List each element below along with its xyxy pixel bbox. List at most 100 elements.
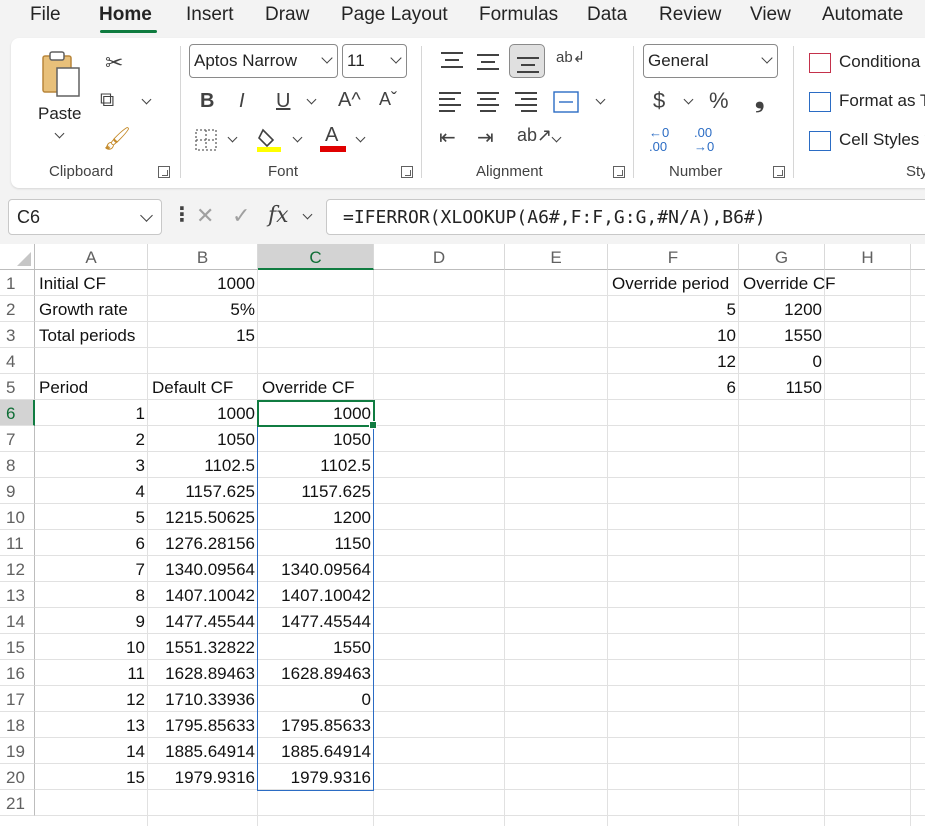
column-header-b[interactable]: B: [148, 244, 258, 270]
paste-button[interactable]: Paste: [35, 50, 87, 140]
borders-dropdown-icon[interactable]: [227, 132, 238, 143]
tab-home[interactable]: Home: [99, 4, 152, 26]
row-header-5[interactable]: 5: [0, 374, 35, 400]
cell-b8[interactable]: 1102.5: [148, 452, 258, 478]
row-header-2[interactable]: 2: [0, 296, 35, 322]
cell-a3[interactable]: Total periods: [35, 322, 148, 348]
cell-a13[interactable]: 8: [35, 582, 148, 608]
wrap-text-icon[interactable]: ab↲: [556, 50, 585, 65]
cell-b5[interactable]: Default CF: [148, 374, 258, 400]
row-header-18[interactable]: 18: [0, 712, 35, 738]
percent-button[interactable]: %: [709, 90, 729, 112]
column-header-a[interactable]: A: [35, 244, 148, 270]
row-header-12[interactable]: 12: [0, 556, 35, 582]
cell-a17[interactable]: 12: [35, 686, 148, 712]
align-top-icon[interactable]: [441, 50, 463, 70]
font-color-dropdown-icon[interactable]: [355, 132, 366, 143]
align-bottom-button[interactable]: [509, 44, 545, 78]
row-header-13[interactable]: 13: [0, 582, 35, 608]
tab-file[interactable]: File: [30, 4, 61, 26]
cell-g4[interactable]: 0: [739, 348, 825, 374]
merge-dropdown-icon[interactable]: [595, 94, 606, 105]
clipboard-launcher-icon[interactable]: [158, 166, 170, 178]
row-header-19[interactable]: 19: [0, 738, 35, 764]
cell-g1[interactable]: Override CF: [739, 270, 836, 296]
select-all-button[interactable]: [0, 244, 35, 270]
cell-a9[interactable]: 4: [35, 478, 148, 504]
active-cell-c6[interactable]: [257, 400, 377, 429]
borders-icon[interactable]: [194, 128, 218, 152]
cell-f2[interactable]: 5: [608, 296, 739, 322]
currency-dropdown-icon[interactable]: [683, 94, 694, 105]
row-header-8[interactable]: 8: [0, 452, 35, 478]
row-header-15[interactable]: 15: [0, 634, 35, 660]
cell-f3[interactable]: 10: [608, 322, 739, 348]
cell-g2[interactable]: 1200: [739, 296, 825, 322]
cell-b14[interactable]: 1477.45544: [148, 608, 258, 634]
copy-icon[interactable]: ⧉: [100, 90, 114, 110]
cell-b11[interactable]: 1276.28156: [148, 530, 258, 556]
tab-formulas[interactable]: Formulas: [479, 4, 558, 26]
tab-insert[interactable]: Insert: [186, 4, 234, 26]
cell-a14[interactable]: 9: [35, 608, 148, 634]
increase-indent-icon[interactable]: ⇥: [477, 128, 494, 148]
number-launcher-icon[interactable]: [773, 166, 785, 178]
cell-g3[interactable]: 1550: [739, 322, 825, 348]
column-header-e[interactable]: E: [505, 244, 608, 270]
column-header-c[interactable]: C: [258, 244, 374, 270]
bold-button[interactable]: B: [200, 91, 214, 111]
align-middle-icon[interactable]: [477, 52, 499, 72]
cell-b2[interactable]: 5%: [148, 296, 258, 322]
cancel-icon[interactable]: ✕: [196, 205, 214, 227]
worksheet-grid[interactable]: A B C D E F G H 1 2 3 4 5 6 7 8 9 10 11 12 13 14 15 16 1…: [0, 244, 925, 826]
insert-function-button[interactable]: fx: [268, 205, 289, 227]
column-header-f[interactable]: F: [608, 244, 739, 270]
tab-review[interactable]: Review: [659, 4, 721, 26]
cell-f1[interactable]: Override period: [608, 270, 739, 296]
enter-icon[interactable]: ✓: [232, 205, 250, 227]
cell-a2[interactable]: Growth rate: [35, 296, 148, 322]
formula-input[interactable]: =IFERROR(XLOOKUP(A6#,F:F,G:G,#N/A),B6#): [326, 199, 925, 235]
cell-b7[interactable]: 1050: [148, 426, 258, 452]
increase-decimal-icon[interactable]: ←0.00: [649, 126, 669, 154]
row-header-6[interactable]: 6: [0, 400, 35, 426]
column-header-i[interactable]: [911, 244, 925, 270]
row-header-10[interactable]: 10: [0, 504, 35, 530]
fill-color-dropdown-icon[interactable]: [292, 132, 303, 143]
comma-button[interactable]: ❟: [755, 88, 764, 112]
cell-b1[interactable]: 1000: [148, 270, 258, 296]
cell-a20[interactable]: 15: [35, 764, 148, 790]
cell-g5[interactable]: 1150: [739, 374, 825, 400]
column-header-g[interactable]: G: [739, 244, 825, 270]
fill-color-icon[interactable]: [255, 124, 283, 152]
cell-a16[interactable]: 11: [35, 660, 148, 686]
cell-b18[interactable]: 1795.85633: [148, 712, 258, 738]
cell-a15[interactable]: 10: [35, 634, 148, 660]
cell-a19[interactable]: 14: [35, 738, 148, 764]
cell-f4[interactable]: 12: [608, 348, 739, 374]
cell-b10[interactable]: 1215.50625: [148, 504, 258, 530]
cell-b17[interactable]: 1710.33936: [148, 686, 258, 712]
merge-center-icon[interactable]: [553, 90, 579, 114]
decrease-decimal-icon[interactable]: .00 →0: [694, 126, 714, 154]
tab-view[interactable]: View: [750, 4, 791, 26]
cell-c5[interactable]: Override CF: [258, 374, 374, 400]
font-launcher-icon[interactable]: [401, 166, 413, 178]
align-left-icon[interactable]: [439, 90, 461, 112]
cell-a11[interactable]: 6: [35, 530, 148, 556]
cell-f5[interactable]: 6: [608, 374, 739, 400]
cell-a8[interactable]: 3: [35, 452, 148, 478]
function-dropdown-icon[interactable]: [302, 209, 313, 220]
column-header-d[interactable]: D: [374, 244, 505, 270]
row-header-9[interactable]: 9: [0, 478, 35, 504]
cell-a12[interactable]: 7: [35, 556, 148, 582]
cell-b20[interactable]: 1979.9316: [148, 764, 258, 790]
cell-b15[interactable]: 1551.32822: [148, 634, 258, 660]
cell-a5[interactable]: Period: [35, 374, 148, 400]
cell-b19[interactable]: 1885.64914: [148, 738, 258, 764]
font-family-select[interactable]: Aptos Narrow: [189, 44, 338, 78]
tab-automate[interactable]: Automate: [822, 4, 903, 26]
alignment-launcher-icon[interactable]: [613, 166, 625, 178]
font-color-button[interactable]: A: [320, 124, 348, 152]
paste-dropdown-icon[interactable]: [54, 128, 65, 139]
